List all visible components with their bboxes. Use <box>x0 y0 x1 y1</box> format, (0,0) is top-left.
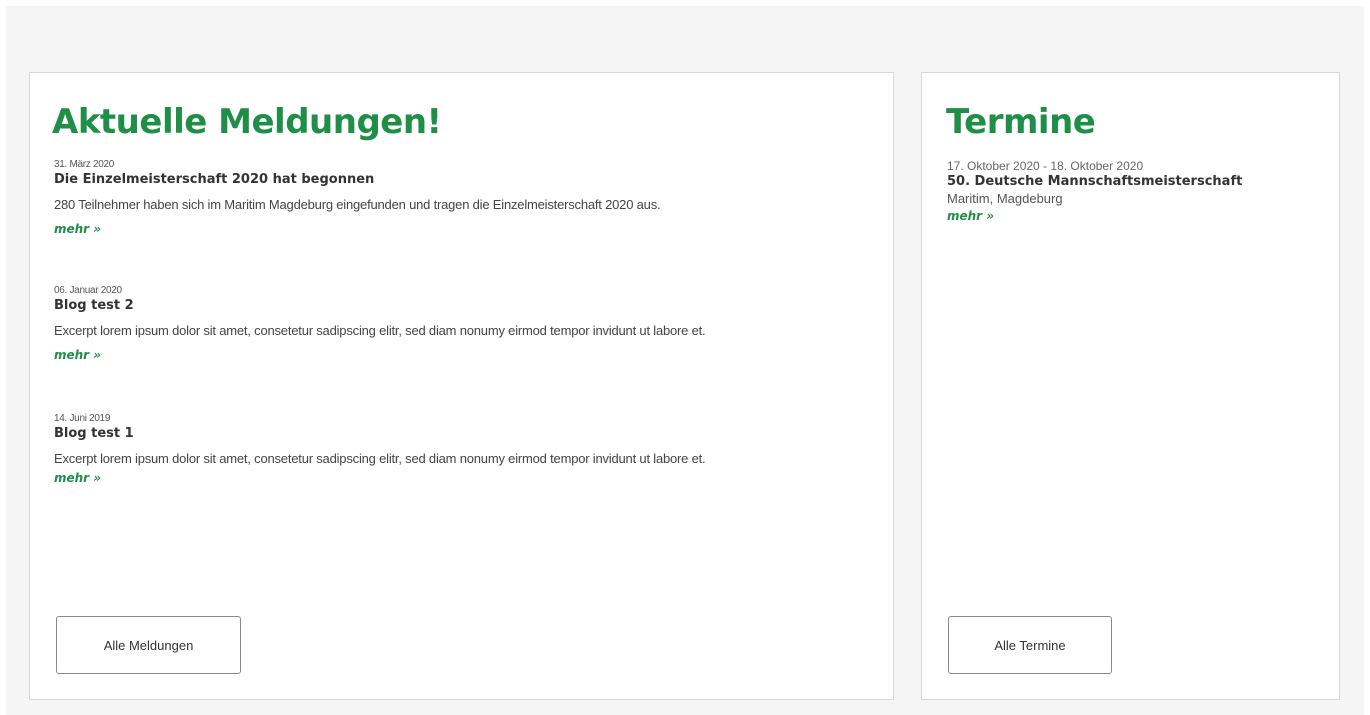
news-entry-title[interactable]: Blog test 1 <box>54 426 854 442</box>
all-news-button[interactable]: Alle Meldungen <box>56 616 241 674</box>
news-entry-more-link[interactable]: mehr » <box>54 470 101 486</box>
news-entry-excerpt: 280 Teilnehmer haben sich im Maritim Mag… <box>54 197 661 212</box>
event-title[interactable]: 50. Deutsche Mannschaftsmeisterschaft <box>947 174 1327 190</box>
news-entry: 31. März 2020 Die Einzelmeisterschaft 20… <box>54 159 854 238</box>
news-entry-date: 31. März 2020 <box>54 159 115 170</box>
news-entry-excerpt: Excerpt lorem ipsum dolor sit amet, cons… <box>54 451 706 466</box>
events-card: Termine 17. Oktober 2020 - 18. Oktober 2… <box>921 72 1340 700</box>
news-entry: 06. Januar 2020 Blog test 2 Excerpt lore… <box>54 285 854 364</box>
event-location: Maritim, Magdeburg <box>947 191 1063 206</box>
event-item: 17. Oktober 2020 - 18. Oktober 2020 50. … <box>947 159 1327 225</box>
event-more-link[interactable]: mehr » <box>947 208 994 224</box>
news-card: Aktuelle Meldungen! 31. März 2020 Die Ei… <box>29 72 894 700</box>
all-events-button[interactable]: Alle Termine <box>948 616 1112 674</box>
news-entry: 14. Juni 2019 Blog test 1 Excerpt lorem … <box>54 413 854 487</box>
news-entry-date: 06. Januar 2020 <box>54 285 122 296</box>
news-entry-title[interactable]: Die Einzelmeisterschaft 2020 hat begonne… <box>54 172 854 188</box>
news-entry-excerpt: Excerpt lorem ipsum dolor sit amet, cons… <box>54 323 706 338</box>
event-date: 17. Oktober 2020 - 18. Oktober 2020 <box>947 159 1144 173</box>
news-entry-more-link[interactable]: mehr » <box>54 221 101 237</box>
news-entry-title[interactable]: Blog test 2 <box>54 298 854 314</box>
news-entry-more-link[interactable]: mehr » <box>54 347 101 363</box>
news-entry-date: 14. Juni 2019 <box>54 413 111 424</box>
news-heading: Aktuelle Meldungen! <box>52 102 442 142</box>
events-heading: Termine <box>946 102 1096 142</box>
